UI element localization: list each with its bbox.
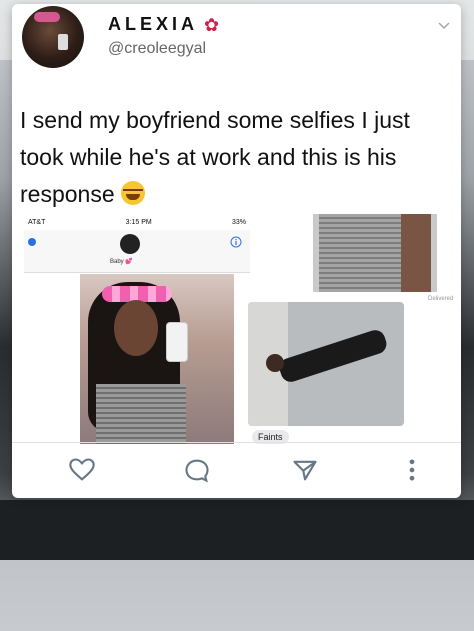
background-blur-bottom [0, 560, 474, 631]
message-screenshot[interactable]: AT&T 3:15 PM 33% Baby 💕 [24, 214, 250, 444]
phone-in-hand [166, 322, 188, 362]
tweet-text: I send my boyfriend some selfies I just … [20, 107, 410, 207]
striped-top [96, 384, 186, 444]
avatar-flower-crown [34, 12, 60, 22]
back-badge-icon[interactable] [28, 238, 36, 246]
thumbnail-arm [401, 214, 431, 292]
delivered-status: Delivered [428, 296, 454, 302]
fainted-photo[interactable] [248, 302, 404, 426]
user-handle[interactable]: @creoleegyal [108, 40, 206, 58]
reply-bubble-icon[interactable] [183, 456, 211, 484]
heart-icon[interactable] [68, 456, 96, 484]
display-name[interactable]: ALEXIA [108, 14, 198, 35]
tweet-card: ALEXIA ✿ @creoleegyal I send my boyfrien… [12, 4, 461, 498]
chevron-down-icon[interactable] [437, 18, 451, 32]
avatar-phone [58, 34, 68, 50]
tweet-actions [12, 452, 461, 492]
contact-name: Baby 💕 [110, 259, 133, 265]
contact-avatar[interactable] [120, 234, 140, 254]
time-text: 3:15 PM [125, 218, 152, 226]
info-icon[interactable] [230, 236, 242, 248]
face [114, 300, 158, 356]
laughing-tears-icon [121, 181, 146, 205]
avatar[interactable] [22, 6, 84, 68]
hibiscus-icon: ✿ [204, 14, 220, 35]
battery-text: 33% [231, 218, 246, 226]
divider [12, 442, 461, 443]
more-vertical-icon[interactable] [398, 456, 426, 484]
thumbnail-shirt [319, 214, 403, 292]
status-bar: AT&T 3:15 PM 33% [24, 214, 250, 230]
person-on-floor [276, 327, 390, 385]
selfie-photo[interactable] [80, 274, 234, 444]
tweet-text-block: I send my boyfriend some selfies I just … [20, 102, 450, 213]
carrier-text: AT&T [28, 218, 46, 226]
background-blur-dark [0, 500, 474, 560]
person-head [266, 354, 284, 372]
messages-header: Baby 💕 [24, 230, 250, 273]
name-row: ALEXIA ✿ [108, 14, 219, 35]
send-icon[interactable] [291, 456, 319, 484]
selfie-thumbnail[interactable] [313, 214, 437, 292]
